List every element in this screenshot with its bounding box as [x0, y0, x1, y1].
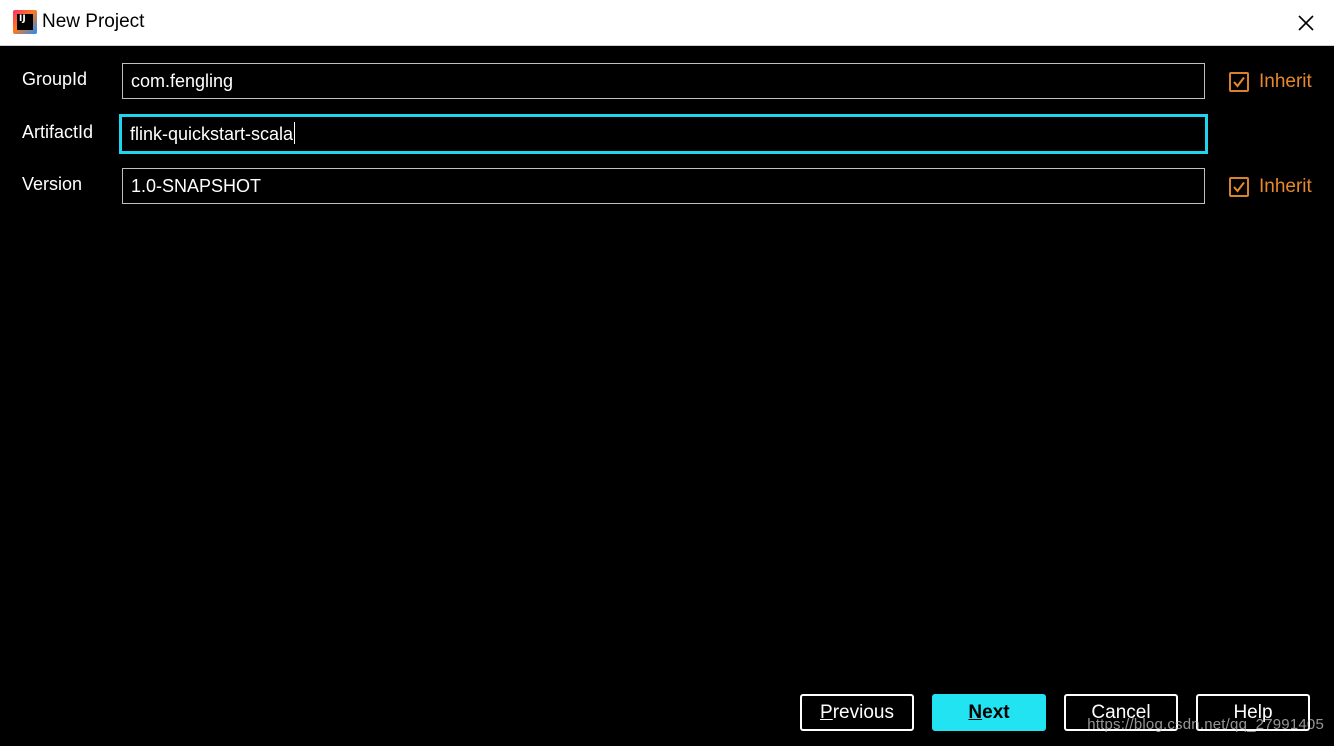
version-inherit-checkbox[interactable]: Inherit — [1229, 175, 1312, 199]
intellij-idea-icon: IJ — [13, 10, 37, 34]
window-title: New Project — [42, 11, 145, 32]
next-button[interactable]: Next — [932, 694, 1046, 731]
artifact-id-label: ArtifactId — [22, 122, 94, 142]
checkbox-checked-icon — [1229, 177, 1249, 197]
version-inherit-label: Inherit — [1259, 176, 1312, 197]
close-button[interactable] — [1292, 9, 1320, 37]
checkbox-checked-icon — [1229, 72, 1249, 92]
next-button-label: ext — [982, 702, 1010, 723]
group-id-input[interactable]: com.fengling — [122, 63, 1205, 99]
previous-button-label: revious — [832, 702, 894, 723]
close-icon — [1298, 15, 1314, 31]
group-id-inherit-label: Inherit — [1259, 71, 1312, 92]
text-caret — [294, 122, 296, 144]
version-input[interactable]: 1.0-SNAPSHOT — [122, 168, 1205, 204]
artifact-id-value: flink-quickstart-scala — [130, 124, 294, 144]
artifact-id-input[interactable]: flink-quickstart-scala — [119, 114, 1208, 154]
previous-button-mnemonic: P — [820, 702, 833, 723]
next-button-mnemonic: N — [968, 702, 983, 723]
group-id-inherit-checkbox[interactable]: Inherit — [1229, 70, 1312, 94]
title-bar: IJ New Project — [0, 0, 1334, 46]
group-id-label: GroupId — [22, 69, 88, 89]
previous-button[interactable]: Previous — [800, 694, 914, 731]
version-label: Version — [22, 174, 83, 194]
watermark: https://blog.csdn.net/qq_27991405 — [1087, 716, 1324, 733]
